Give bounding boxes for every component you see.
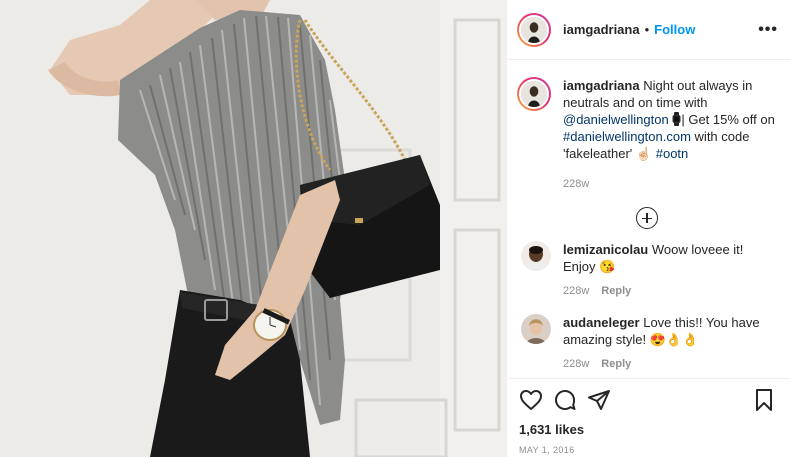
post-image <box>0 0 506 457</box>
load-more-comments[interactable] <box>517 207 776 229</box>
post-details-panel: iamgadriana • Follow ••• iamgadriana Nig… <box>506 0 790 457</box>
caption-age[interactable]: 228w <box>563 176 589 193</box>
action-icons-row <box>519 387 776 413</box>
reply-button[interactable]: Reply <box>601 283 631 300</box>
comment-age[interactable]: 228w <box>563 356 589 373</box>
post-photo[interactable] <box>0 0 506 457</box>
caption-avatar[interactable] <box>517 77 551 111</box>
caption-mention-link[interactable]: @danielwellington <box>563 112 669 127</box>
caption-text-2: | Get 15% off on <box>681 112 775 127</box>
caption-hashtag-ootn[interactable]: #ootn <box>656 146 689 161</box>
caption-hashtag-link[interactable]: #danielwellington.com <box>563 129 691 144</box>
caption-username[interactable]: iamgadriana <box>563 78 640 93</box>
commenter-username[interactable]: lemizanicolau <box>563 242 648 257</box>
bookmark-icon[interactable] <box>752 388 776 412</box>
reply-button[interactable]: Reply <box>601 356 631 373</box>
post-actions: 1,631 likes MAY 1, 2016 <box>507 378 790 455</box>
likes-count[interactable]: 1,631 likes <box>519 422 776 437</box>
paper-plane-icon[interactable] <box>587 388 611 412</box>
commenter-avatar[interactable] <box>521 241 551 271</box>
more-options-icon[interactable]: ••• <box>758 21 778 38</box>
comment-item: lemizanicolau Woow loveee it! Enjoy 😘 22… <box>517 241 776 300</box>
commenter-avatar[interactable] <box>521 314 551 344</box>
follow-button[interactable]: Follow <box>654 22 695 37</box>
comment-item: audaneleger Love this!! You have amazing… <box>517 314 776 373</box>
plus-circle-icon[interactable] <box>635 207 658 229</box>
comments-section[interactable]: iamgadriana Night out always in neutrals… <box>507 61 790 378</box>
watch-emoji-icon <box>672 112 681 127</box>
commenter-username[interactable]: audaneleger <box>563 315 640 330</box>
post-header: iamgadriana • Follow ••• <box>507 0 790 60</box>
post-date[interactable]: MAY 1, 2016 <box>519 445 776 455</box>
separator-dot: • <box>644 22 650 37</box>
post-caption: iamgadriana Night out always in neutrals… <box>517 77 776 193</box>
comment-icon[interactable] <box>553 388 577 412</box>
comment-age[interactable]: 228w <box>563 283 589 300</box>
heart-icon[interactable] <box>519 388 543 412</box>
author-username[interactable]: iamgadriana <box>563 22 640 37</box>
author-avatar[interactable] <box>517 12 551 47</box>
hand-emoji: ☝🏻 <box>635 146 653 161</box>
